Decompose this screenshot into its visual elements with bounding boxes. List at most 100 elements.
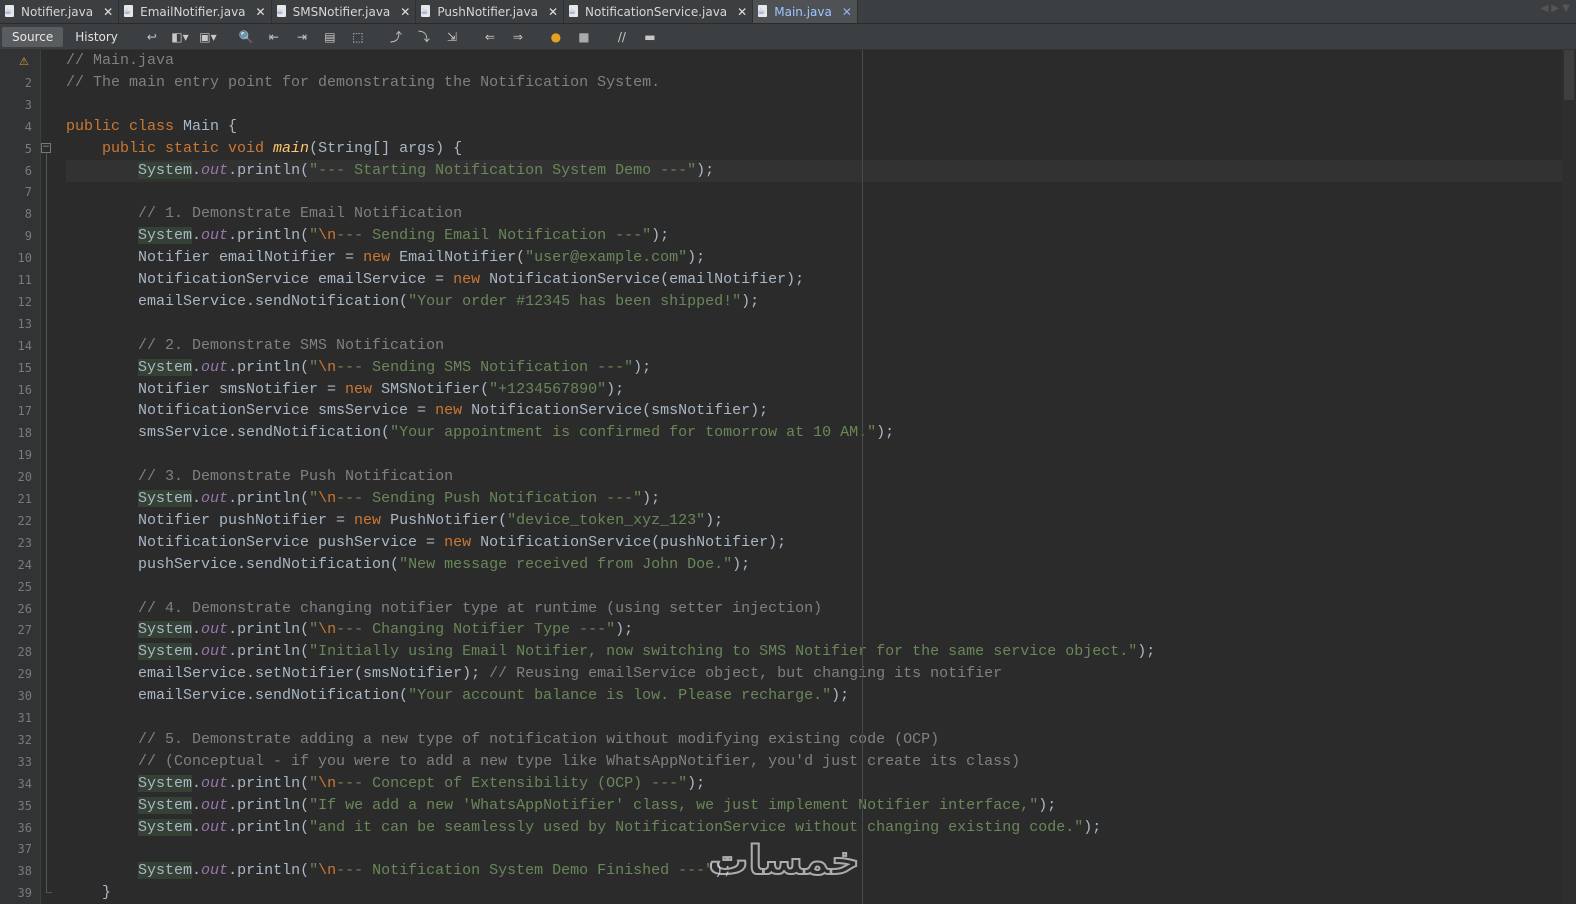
code-token: NotificationService(emailNotifier); [489, 271, 805, 288]
shift-right-icon[interactable]: ⇒ [510, 29, 526, 45]
code-token: emailService.sendNotification( [66, 687, 409, 705]
code-token: pushService.sendNotification( [66, 555, 400, 573]
code-token: \n [318, 621, 337, 639]
previous-bookmark-icon[interactable]: ⤴ [388, 29, 404, 45]
comment-icon[interactable]: // [614, 29, 630, 45]
line-number: 8 [24, 207, 32, 222]
code-token: "Your appointment is confirmed for tomor… [390, 424, 877, 442]
shift-left-icon[interactable]: ⇐ [482, 29, 498, 45]
line-number: 30 [17, 689, 32, 704]
toggle-rectangular-selection-icon[interactable]: ⬚ [350, 29, 366, 45]
code-token: \n [318, 227, 337, 245]
uncomment-icon[interactable]: ▬ [642, 29, 658, 45]
warning-bulb-icon[interactable]: ⚠ [19, 55, 29, 68]
code-line: pushService.sendNotification("New messag… [66, 554, 750, 576]
tab-main[interactable]: Main.java ✕ [753, 0, 858, 23]
code-token: System [138, 490, 193, 507]
line-number: 28 [17, 645, 32, 660]
code-token: "+1234567890" [489, 380, 607, 398]
svg-text:خمسات: خمسات [708, 838, 860, 884]
editor-toolbar: Source History ↩ ◧▾ ▣▾ 🔍 ⇤ ⇥ ▤ ⬚ ⤴ ⤵ ⇲ ⇐… [0, 24, 1576, 50]
code-token: . [192, 227, 202, 245]
code-token: EmailNotifier( [399, 249, 526, 267]
code-token: "Initially using Email Notifier, now swi… [309, 643, 1138, 661]
code-token: . [192, 490, 202, 507]
close-tab-icon[interactable]: ✕ [548, 5, 558, 19]
line-number: 37 [17, 842, 32, 857]
source-view-button[interactable]: Source [2, 26, 64, 47]
code-editor[interactable]: // Main.java // The main entry point for … [66, 50, 1556, 904]
code-token: out [201, 358, 229, 376]
code-token: " [309, 227, 319, 245]
close-tab-icon[interactable]: ✕ [103, 5, 113, 19]
code-token: . [192, 818, 202, 836]
toggle-bookmark-icon[interactable]: ⇲ [444, 29, 460, 45]
code-token: NotificationService emailService = [66, 271, 454, 288]
code-token: . [192, 774, 202, 792]
code-line: emailService.sendNotification("Your orde… [66, 291, 759, 313]
code-line: System.out.println("Initially using Emai… [66, 641, 1155, 663]
next-bookmark-icon[interactable]: ⤵ [416, 29, 432, 45]
line-number: 20 [17, 470, 32, 485]
code-token: (String[] args) { [309, 139, 463, 157]
tab-label: PushNotifier.java [437, 4, 538, 19]
line-number: 2 [24, 75, 32, 90]
tab-label: SMSNotifier.java [292, 4, 391, 19]
vertical-scrollbar[interactable] [1562, 50, 1576, 904]
tab-scroll-arrows[interactable]: ◀ ▶ ▼ [1541, 3, 1570, 14]
code-token: .println( [228, 161, 310, 179]
code-token: System [138, 358, 193, 376]
start-macro-icon[interactable]: ● [548, 29, 564, 45]
code-token: "user@example.com" [525, 249, 688, 267]
tab-label: EmailNotifier.java [140, 4, 246, 19]
code-line: System.out.println("\n--- Sending Push N… [66, 488, 660, 510]
code-token: --- Concept of Extensibility (OCP) ---" [336, 774, 688, 792]
find-next-icon[interactable]: ⇥ [294, 29, 310, 45]
fold-guide-end [46, 892, 52, 893]
tab-smsnotifier[interactable]: SMSNotifier.java ✕ [271, 0, 417, 23]
find-icon[interactable]: 🔍 [238, 29, 254, 45]
scrollbar-thumb[interactable] [1564, 50, 1574, 100]
close-tab-icon[interactable]: ✕ [842, 5, 852, 19]
code-token: .println( [228, 490, 310, 507]
tab-label: Main.java [774, 4, 832, 19]
last-edit-icon[interactable]: ↩ [144, 29, 160, 45]
code-line: public static void main(String[] args) { [66, 138, 462, 160]
tab-pushnotifier[interactable]: PushNotifier.java ✕ [416, 0, 564, 23]
line-number: 35 [17, 798, 32, 813]
code-token: "Your order #12345 has been shipped!" [408, 292, 742, 310]
fold-toggle-icon[interactable]: − [41, 143, 51, 153]
line-number: 14 [17, 338, 32, 353]
code-token: . [192, 862, 202, 880]
code-line: Notifier pushNotifier = new PushNotifier… [66, 510, 723, 532]
code-token: --- Notification System Demo Finished --… [336, 862, 715, 880]
code-token: " [309, 621, 319, 639]
code-token: Notifier smsNotifier = [66, 380, 346, 398]
close-tab-icon[interactable]: ✕ [737, 5, 747, 19]
code-line: System.out.println("\n--- Sending SMS No… [66, 357, 651, 379]
tab-emailnotifier[interactable]: EmailNotifier.java ✕ [119, 0, 272, 23]
stop-macro-icon[interactable]: ■ [576, 29, 592, 45]
code-line: System.out.println("--- Starting Notific… [66, 160, 714, 182]
code-token: SMSNotifier( [381, 380, 490, 398]
find-previous-icon[interactable]: ⇤ [266, 29, 282, 45]
code-token: . [192, 161, 202, 179]
toggle-highlight-icon[interactable]: ▤ [322, 29, 338, 45]
close-tab-icon[interactable]: ✕ [400, 5, 410, 19]
line-number: 21 [17, 492, 32, 506]
code-token: main [273, 139, 310, 157]
code-token: out [201, 490, 229, 507]
forward-icon[interactable]: ▣▾ [199, 29, 216, 45]
tab-notifier[interactable]: Notifier.java ✕ [0, 0, 120, 23]
back-icon[interactable]: ◧▾ [171, 29, 188, 45]
code-line: System.out.println("\n--- Notification S… [66, 860, 732, 882]
tab-notificationservice[interactable]: NotificationService.java ✕ [564, 0, 754, 23]
history-view-button[interactable]: History [65, 27, 128, 47]
close-tab-icon[interactable]: ✕ [256, 5, 266, 19]
code-line: System.out.println("and it can be seamle… [66, 817, 1101, 839]
